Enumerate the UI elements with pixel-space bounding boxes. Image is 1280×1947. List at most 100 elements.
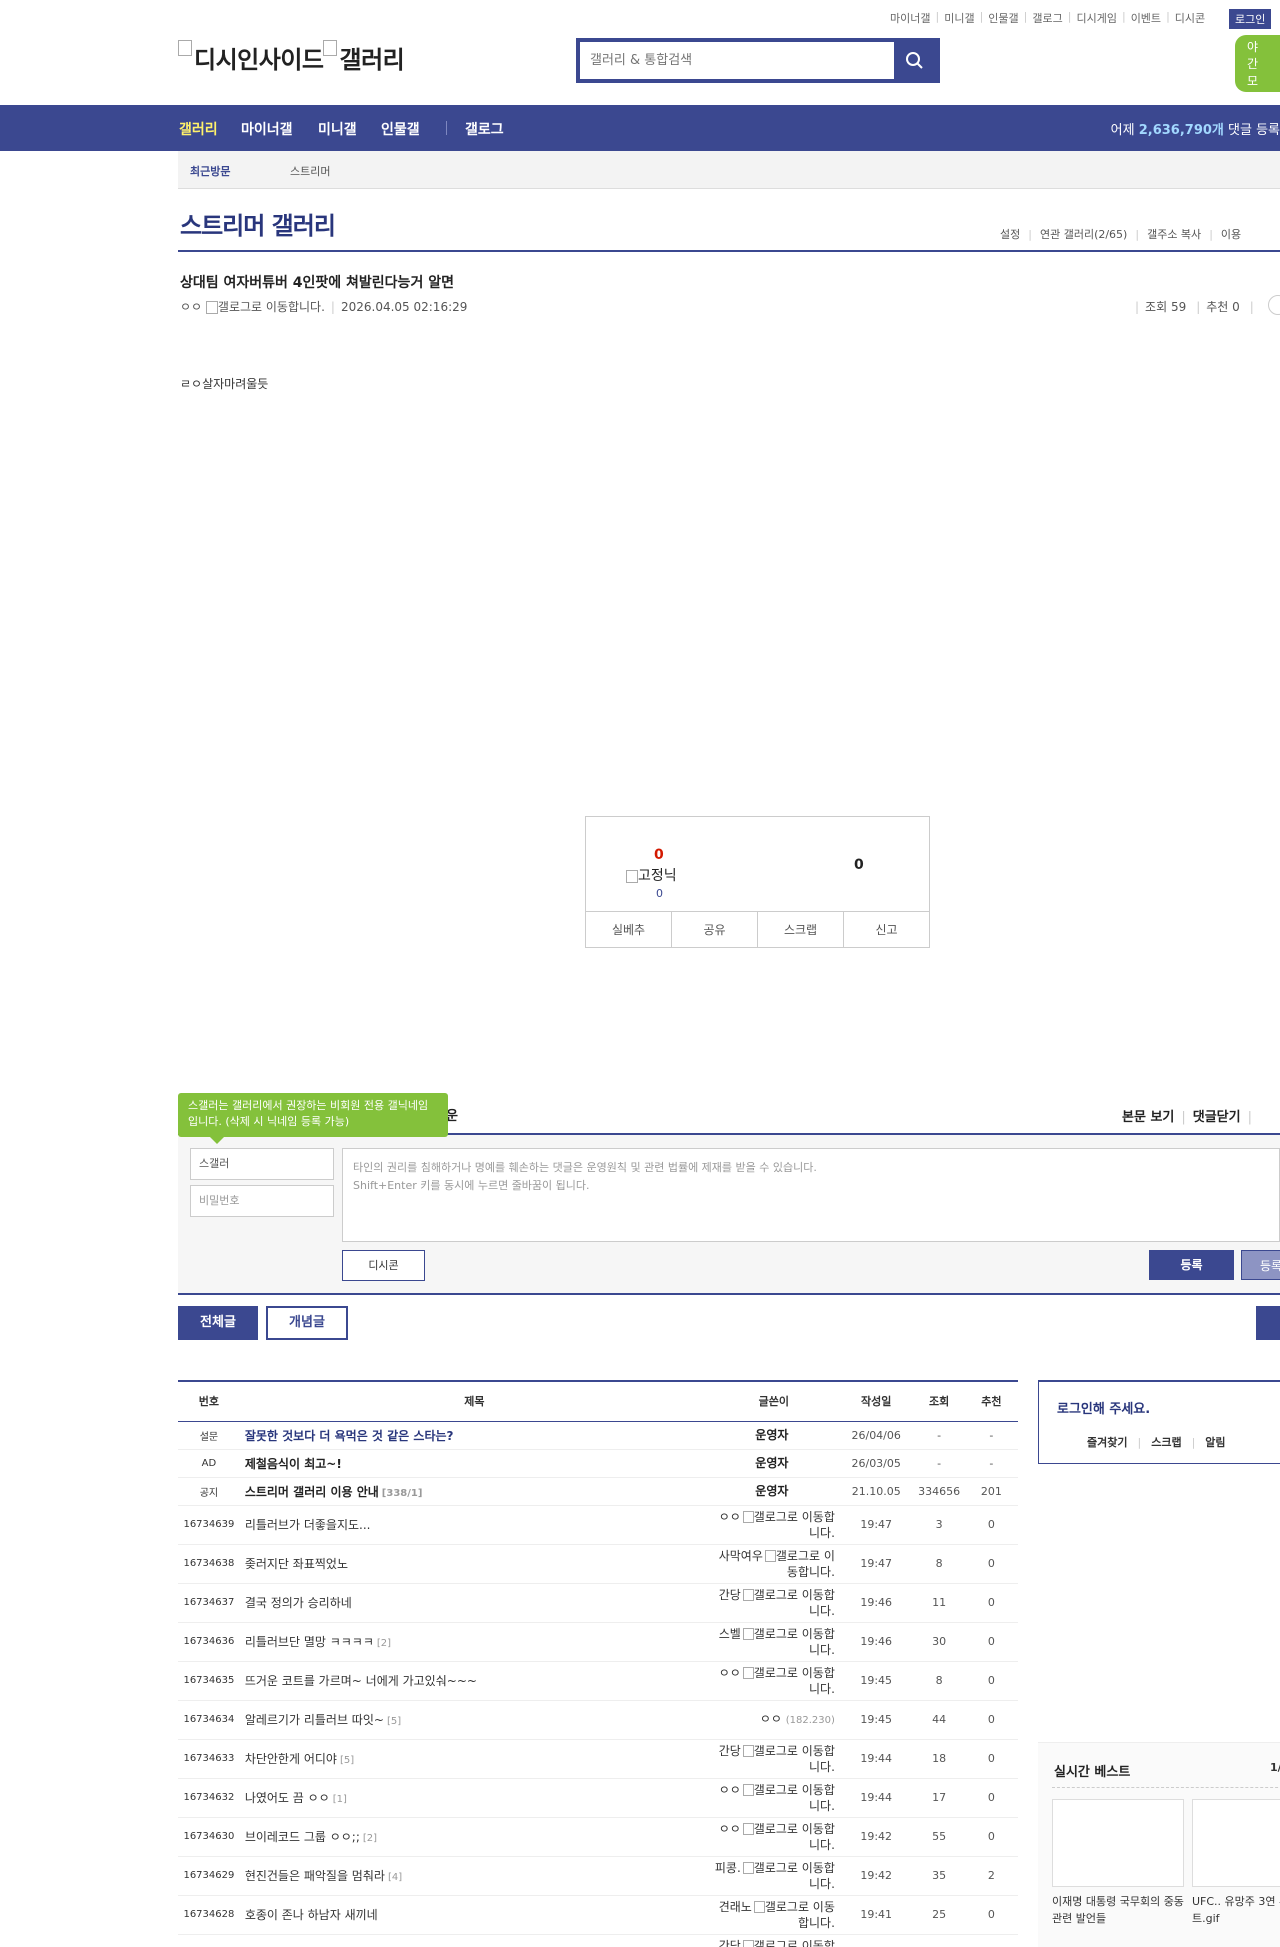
post-writer[interactable]: 간당 갤로그로 이동합니다. — [708, 1739, 839, 1779]
recent-gallery-chip[interactable]: 스트리머 — [290, 163, 330, 179]
post-subject[interactable]: 리틀러브가 더좋을지도... — [239, 1505, 709, 1545]
recent-visit-label[interactable]: 최근방문 — [190, 163, 230, 179]
password-field[interactable]: 비밀번호 — [190, 1185, 334, 1217]
table-row: 16734627웃는표정 개귀엽네[2] 간당 갤로그로 이동합니다.19:4128… — [178, 1934, 1018, 1947]
gallog-icon[interactable] — [742, 1511, 754, 1523]
top-link-person[interactable]: 인물갤 — [988, 10, 1018, 26]
gallog-icon[interactable] — [742, 1628, 754, 1640]
comment-submit-button[interactable]: 등록 — [1149, 1250, 1234, 1280]
post-subject[interactable]: 알레르기가 리틀러브 따잇~ [5] — [239, 1700, 709, 1740]
post-subject[interactable]: 웃는표정 개귀엽네[2] — [239, 1934, 709, 1947]
scrap-button[interactable]: 스크랩 — [758, 912, 844, 947]
search-input[interactable] — [580, 42, 890, 79]
post-writer[interactable]: 운영자 — [708, 1449, 839, 1478]
nav-person[interactable]: 인물갤 — [381, 119, 420, 139]
top-link-game[interactable]: 디시게임 — [1076, 10, 1116, 26]
usage-link[interactable]: 이용 — [1221, 228, 1241, 241]
gallog-icon[interactable] — [742, 1589, 754, 1601]
post-recommend: 2 — [964, 1856, 1018, 1896]
best-thumbnail[interactable] — [1192, 1799, 1280, 1887]
nav-minor[interactable]: 마이너갤 — [241, 119, 293, 139]
post-subject[interactable]: 나였어도 끔 ㅇㅇ [1] — [239, 1778, 709, 1818]
gallog-icon[interactable]: 갤로그로 이동합니다. — [205, 300, 325, 314]
share-button[interactable]: 공유 — [672, 912, 758, 947]
best-caption[interactable]: 이재명 대통령 국무회의 중동관련 발언들 — [1052, 1893, 1190, 1927]
gallog-icon[interactable] — [742, 1784, 754, 1796]
post-subject[interactable]: 좆러지단 좌표찍었노 — [239, 1544, 709, 1584]
post-writer[interactable]: ㅇㅇ 갤로그로 이동합니다. — [708, 1817, 839, 1857]
post-subject[interactable]: 결국 정의가 승리하네 — [239, 1583, 709, 1623]
post-writer[interactable]: 스벨 갤로그로 이동합니다. — [708, 1622, 839, 1662]
post-subject[interactable]: 뜨거운 코트를 가르며~ 너에게 가고있숴~~~ — [239, 1661, 709, 1701]
post-writer[interactable]: ㅇㅇ 갤로그로 이동합니다. — [708, 1505, 839, 1545]
post-writer[interactable]: 사막여우 갤로그로 이동합니다. — [708, 1544, 839, 1584]
best-caption[interactable]: UFC.. 유망주 3연 무브먼트.gif — [1192, 1893, 1280, 1927]
gallog-icon[interactable] — [742, 1940, 754, 1947]
notification-link[interactable]: 알림 — [1205, 1436, 1225, 1449]
top-link-event[interactable]: 이벤트 — [1131, 10, 1161, 26]
post-subject[interactable]: 브이레코드 그룹 ㅇㅇ;; [2] — [239, 1817, 709, 1857]
comment-submit-recommend-button[interactable]: 등록 — [1241, 1250, 1280, 1280]
gallery-title[interactable]: 스트리머 갤러리 — [180, 206, 336, 241]
comment-textarea[interactable]: 타인의 권리를 침해하거나 명예를 훼손하는 댓글은 운영원칙 및 관련 법률에… — [342, 1148, 1280, 1242]
view-body-link[interactable]: 본문 보기 — [1122, 1110, 1174, 1125]
table-row: 16734638 좆러지단 좌표찍었노 사막여우 갤로그로 이동합니다. 19:47 8 0 — [178, 1544, 1018, 1584]
post-writer[interactable]: ㅇㅇ 갤로그로 이동합니다. — [708, 1778, 839, 1818]
gallog-icon[interactable] — [764, 1550, 776, 1562]
copy-address-link[interactable]: 갤주소 복사 — [1147, 228, 1201, 241]
top-link-gallog[interactable]: 갤로그 — [1032, 10, 1062, 26]
post-subject[interactable]: 호종이 존나 하남자 새끼네 — [239, 1895, 709, 1935]
top-link-minor[interactable]: 마이너갤 — [890, 10, 930, 26]
table-row: 16734637 결국 정의가 승리하네 간당 갤로그로 이동합니다. 19:46 11 0 — [178, 1583, 1018, 1623]
dccon-button[interactable]: 디시콘 — [342, 1250, 425, 1281]
night-mode-button[interactable]: 야간 모 — [1235, 35, 1280, 92]
settings-link[interactable]: 설정 — [1000, 228, 1020, 241]
top-link-mini[interactable]: 미니갤 — [944, 10, 974, 26]
close-comment-link[interactable]: 댓글닫기 — [1193, 1110, 1241, 1125]
post-subject[interactable]: 차단안한게 어디야 [5] — [239, 1739, 709, 1779]
gallog-icon[interactable] — [742, 1823, 754, 1835]
nickname-field[interactable]: 스갤러 — [190, 1148, 334, 1180]
fixed-nick-upvote[interactable]: 고정닉 — [626, 865, 677, 885]
tab-concept-posts[interactable]: 개념글 — [266, 1306, 348, 1340]
nav-gallery[interactable]: 갤러리 — [179, 119, 218, 139]
gallog-icon[interactable] — [742, 1667, 754, 1679]
post-subject[interactable]: 잘못한 것보다 더 욕먹은 것 같은 스타는? — [239, 1421, 709, 1450]
gallog-icon[interactable] — [742, 1862, 754, 1874]
post-writer[interactable]: 견래노 갤로그로 이동합니다. — [708, 1895, 839, 1935]
best-thumbnail[interactable] — [1052, 1799, 1184, 1887]
post-writer[interactable]: ㅇㅇ (182.230) — [708, 1700, 839, 1740]
gallog-icon[interactable] — [753, 1901, 765, 1913]
search-button[interactable] — [894, 42, 936, 79]
write-button[interactable] — [1256, 1306, 1280, 1340]
related-gallery-link[interactable]: 연관 갤러리(2/65) — [1040, 228, 1127, 241]
favorites-link[interactable]: 즐겨찾기 — [1087, 1436, 1127, 1449]
login-button[interactable]: 로그인 — [1229, 9, 1272, 29]
report-button[interactable]: 신고 — [844, 912, 929, 947]
site-logo[interactable]: 디시인사이드 갤러리 — [178, 40, 405, 75]
silbe-recommend-button[interactable]: 실베추 — [586, 912, 672, 947]
login-message[interactable]: 로그인해 주세요. — [1057, 1398, 1150, 1417]
post-subject[interactable]: 리틀러브단 멸망 ㅋㅋㅋㅋ [2] — [239, 1622, 709, 1662]
gallog-icon[interactable] — [742, 1745, 754, 1757]
post-writer[interactable]: 간당 갤로그로 이동합니다. — [708, 1583, 839, 1623]
post-subject-text: 제철음식이 최고~! — [244, 1456, 342, 1471]
scrap-link[interactable]: 스크랩 — [1151, 1436, 1181, 1449]
post-writer[interactable]: 운영자 — [708, 1421, 839, 1450]
tab-all-posts[interactable]: 전체글 — [178, 1306, 258, 1340]
nav-gallog[interactable]: 갤로그 — [465, 119, 504, 139]
post-subject[interactable]: 스트리머 갤러리 이용 안내 [338/1] — [239, 1477, 709, 1506]
post-number: 16734627 — [178, 1934, 240, 1947]
post-subject[interactable]: 제철음식이 최고~! — [239, 1449, 709, 1478]
post-writer[interactable]: ㅇㅇ — [180, 300, 202, 314]
post-writer[interactable]: 운영자 — [708, 1477, 839, 1506]
post-views: - — [913, 1421, 965, 1450]
writer-nick: 피콩. — [714, 1860, 741, 1875]
post-writer[interactable]: ㅇㅇ 갤로그로 이동합니다. — [708, 1661, 839, 1701]
top-link-dccon[interactable]: 디시콘 — [1175, 10, 1205, 26]
post-writer[interactable]: 간당 갤로그로 이동합니다. — [708, 1934, 839, 1947]
post-subject[interactable]: 현진건들은 패악질을 멈춰라 [4] — [239, 1856, 709, 1896]
post-writer[interactable]: 피콩. 갤로그로 이동합니다. — [708, 1856, 839, 1896]
more-options-icon[interactable] — [1268, 295, 1280, 315]
nav-mini[interactable]: 미니갤 — [318, 119, 357, 139]
